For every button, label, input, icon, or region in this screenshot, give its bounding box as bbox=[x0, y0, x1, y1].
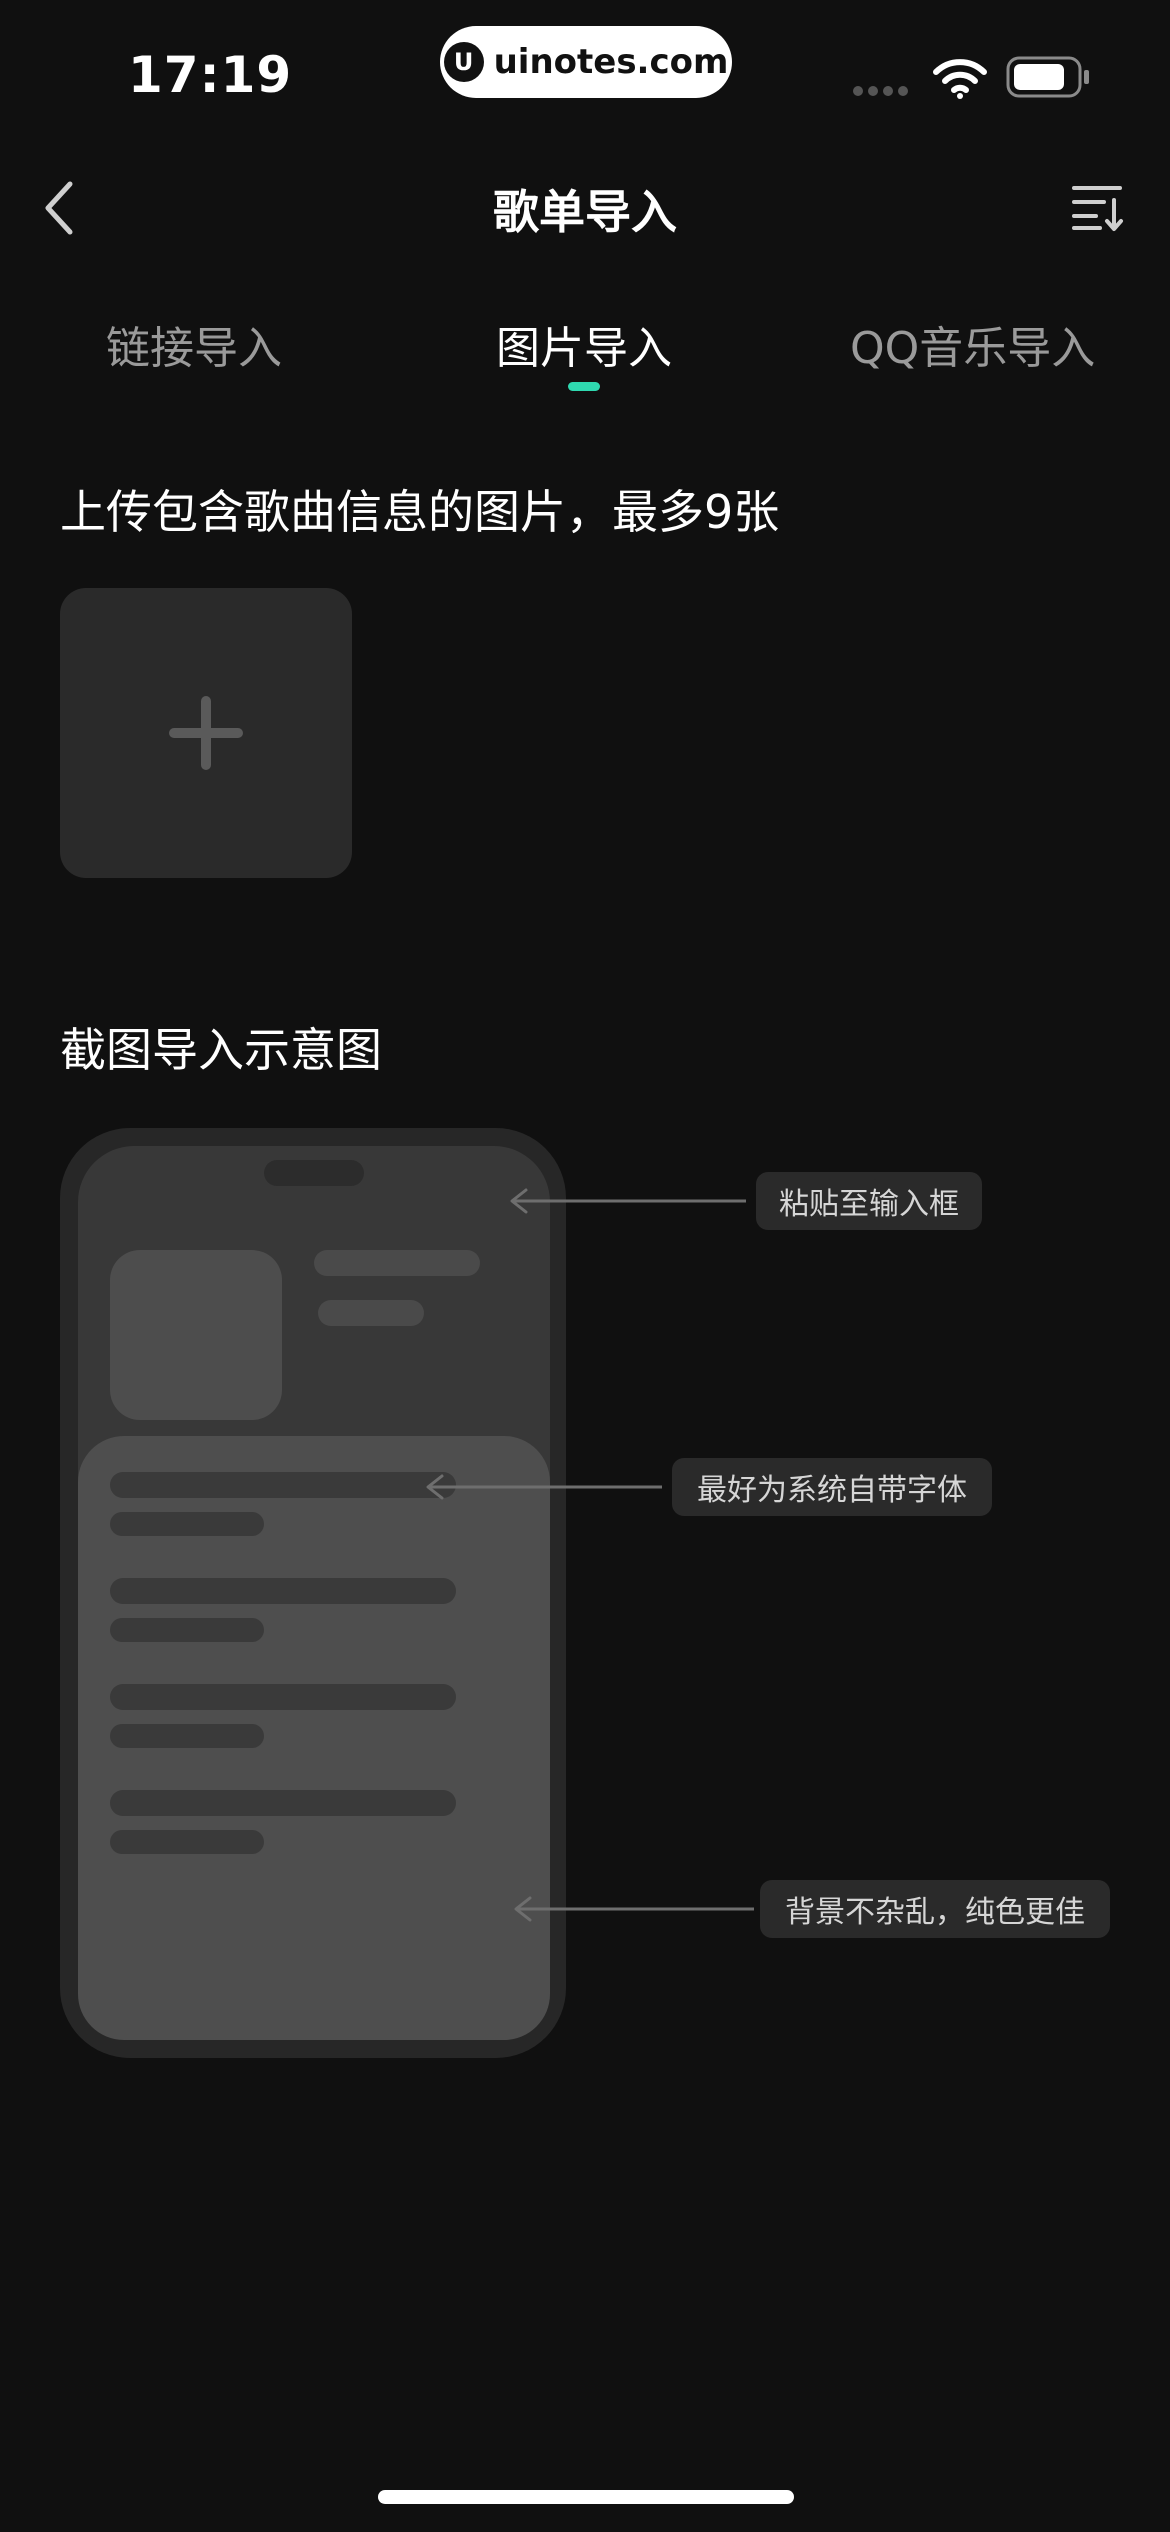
battery-icon bbox=[1006, 56, 1089, 98]
artist-placeholder bbox=[110, 1618, 264, 1642]
watermark-badge: U uinotes.com bbox=[440, 26, 732, 98]
song-name-placeholder bbox=[110, 1578, 456, 1604]
song-name-placeholder bbox=[110, 1790, 456, 1816]
status-time: 17:19 bbox=[128, 46, 293, 104]
tab-link-import[interactable]: 链接导入 bbox=[106, 312, 282, 376]
callout-system-font: 最好为系统自带字体 bbox=[672, 1458, 992, 1516]
song-name-placeholder bbox=[110, 1684, 456, 1710]
song-name-placeholder bbox=[110, 1472, 456, 1498]
callout-paste-to-input: 粘贴至输入框 bbox=[756, 1172, 982, 1230]
artist-placeholder bbox=[110, 1724, 264, 1748]
phone-notch bbox=[264, 1160, 364, 1186]
artist-placeholder bbox=[110, 1512, 264, 1536]
wifi-icon bbox=[933, 59, 987, 99]
example-title: 截图导入示意图 bbox=[60, 1023, 382, 1077]
upload-instruction: 上传包含歌曲信息的图片，最多9张 bbox=[60, 485, 780, 539]
tab-image-import[interactable]: 图片导入 bbox=[496, 312, 672, 376]
subtitle-placeholder bbox=[318, 1300, 424, 1326]
sort-list-icon[interactable] bbox=[1070, 180, 1124, 234]
add-image-button[interactable] bbox=[60, 588, 352, 878]
page-title: 歌单导入 bbox=[493, 185, 677, 239]
active-tab-indicator bbox=[568, 382, 600, 391]
cellular-signal-icon bbox=[853, 86, 908, 96]
watermark-logo: U bbox=[443, 42, 484, 82]
home-indicator[interactable] bbox=[378, 2490, 794, 2504]
watermark-text: uinotes.com bbox=[493, 42, 729, 82]
title-placeholder bbox=[314, 1250, 480, 1276]
arrow-left-icon bbox=[510, 1188, 746, 1214]
playlist-cover-placeholder bbox=[110, 1250, 282, 1420]
arrow-left-icon bbox=[426, 1474, 662, 1500]
artist-placeholder bbox=[110, 1830, 264, 1854]
callout-plain-background: 背景不杂乱，纯色更佳 bbox=[760, 1880, 1110, 1938]
tab-qq-music-import[interactable]: QQ音乐导入 bbox=[850, 312, 1095, 376]
arrow-left-icon bbox=[514, 1896, 754, 1922]
plus-icon bbox=[169, 696, 243, 770]
